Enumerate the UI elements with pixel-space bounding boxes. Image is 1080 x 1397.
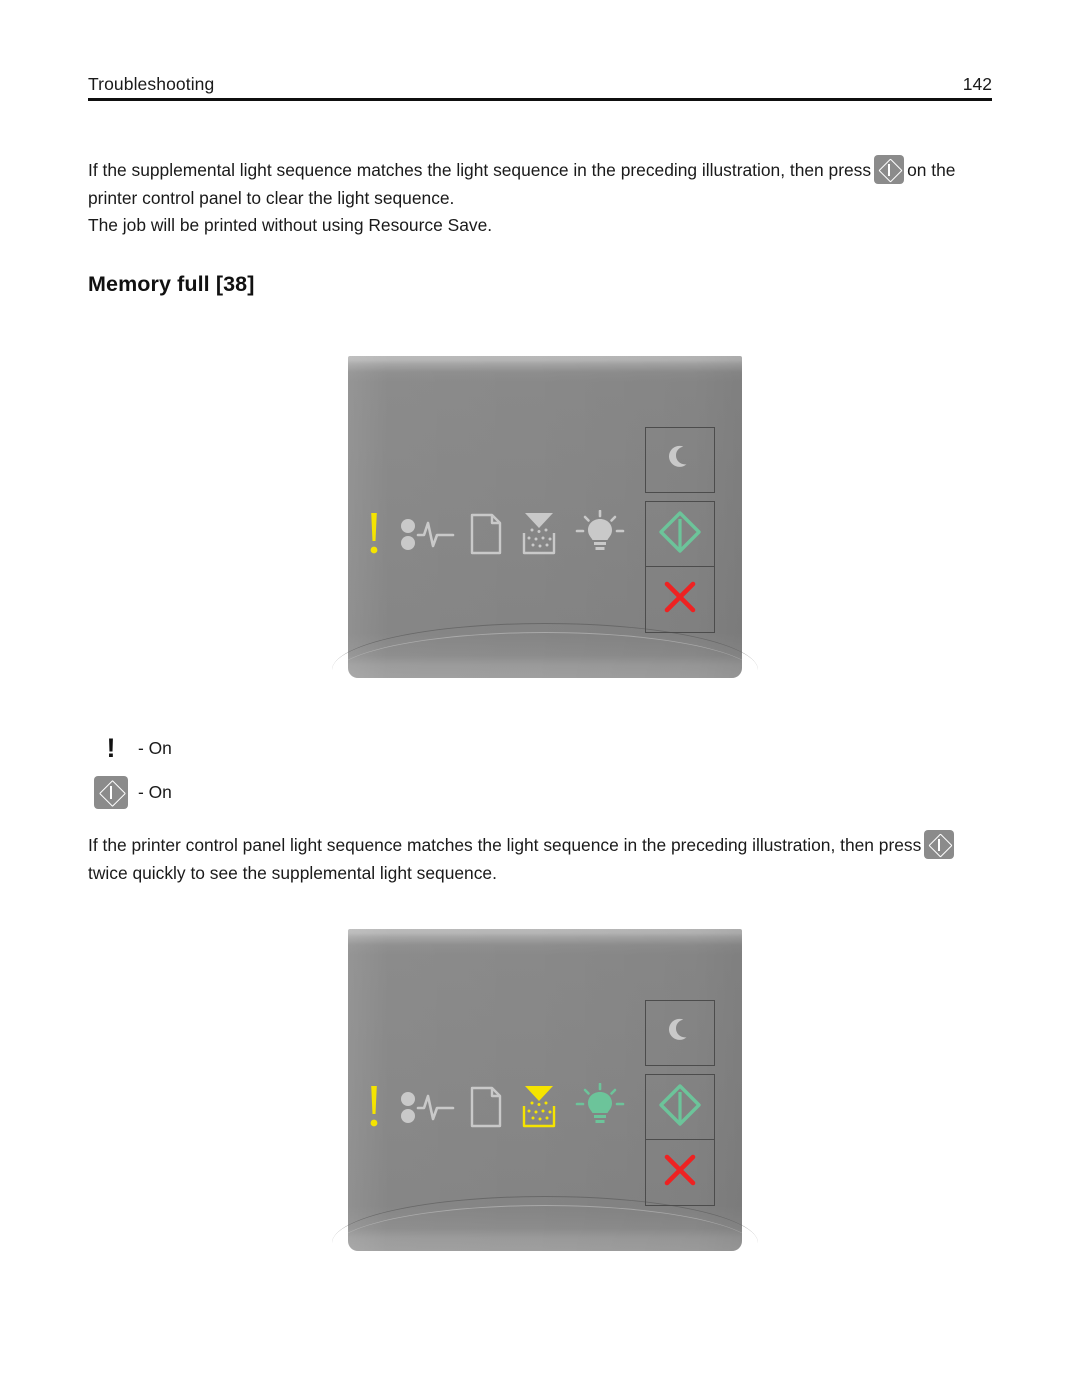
start-button[interactable] bbox=[645, 501, 715, 567]
paragraph-supplemental-sequence: If the printer control panel light seque… bbox=[88, 830, 992, 887]
attention-light-exclamation-icon bbox=[364, 1084, 384, 1135]
cancel-button[interactable] bbox=[645, 567, 715, 633]
header-page-number: 142 bbox=[962, 73, 992, 94]
legend-row-attention: ! - On bbox=[88, 726, 508, 770]
cross-icon bbox=[662, 1152, 698, 1193]
start-button-icon[interactable] bbox=[874, 155, 905, 184]
paper-icon bbox=[469, 1085, 503, 1134]
start-button-icon bbox=[88, 775, 134, 809]
toner-icon bbox=[518, 511, 560, 562]
start-button-icon[interactable] bbox=[924, 830, 955, 859]
header-section-title: Troubleshooting bbox=[88, 73, 215, 94]
sleep-button[interactable] bbox=[645, 1000, 715, 1066]
lightbulb-icon bbox=[574, 1082, 626, 1136]
cancel-button[interactable] bbox=[645, 1140, 715, 1206]
hardware-button-column bbox=[645, 427, 715, 633]
paragraph-text-after-icon: twice quickly to see the supplemental li… bbox=[88, 863, 497, 883]
exclamation-icon: ! bbox=[88, 732, 134, 763]
moon-icon bbox=[665, 443, 695, 478]
page-title: Memory full [38] bbox=[88, 272, 255, 296]
paper-jam-icon bbox=[399, 1086, 455, 1133]
printer-control-panel-illustration-main bbox=[332, 356, 758, 678]
start-diamond-shape bbox=[928, 833, 953, 858]
indicator-light-row bbox=[364, 506, 626, 566]
start-diamond-icon bbox=[658, 1083, 702, 1132]
start-button-chip bbox=[94, 775, 128, 809]
lightbulb-icon bbox=[574, 509, 626, 563]
page-header: Troubleshooting 142 bbox=[88, 62, 992, 101]
hardware-button-column bbox=[645, 1000, 715, 1206]
legend-label-attention: - On bbox=[138, 737, 172, 758]
attention-light-exclamation-icon bbox=[364, 511, 384, 562]
paper-icon bbox=[469, 512, 503, 561]
document-page: Troubleshooting 142 If the supplemental … bbox=[0, 0, 1080, 1397]
start-bar-shape bbox=[110, 785, 112, 799]
paragraph-text-before-icon: If the printer control panel light seque… bbox=[88, 835, 922, 855]
start-diamond-icon bbox=[658, 510, 702, 559]
start-bar-shape bbox=[938, 838, 941, 851]
sleep-button[interactable] bbox=[645, 427, 715, 493]
cross-icon bbox=[662, 579, 698, 620]
legend-row-start: - On bbox=[88, 770, 508, 814]
paragraph-clear-light-sequence: If the supplemental light sequence match… bbox=[88, 155, 992, 212]
start-button[interactable] bbox=[645, 1074, 715, 1140]
light-sequence-legend: ! - On - On bbox=[88, 726, 508, 814]
exclamation-glyph: ! bbox=[106, 732, 116, 763]
printer-control-panel-illustration-supplemental bbox=[332, 929, 758, 1251]
start-diamond-shape bbox=[878, 158, 903, 183]
moon-icon bbox=[665, 1016, 695, 1051]
paragraph-text-before-icon: If the supplemental light sequence match… bbox=[88, 160, 872, 180]
legend-label-start: - On bbox=[138, 781, 172, 802]
start-bar-shape bbox=[888, 163, 890, 176]
paper-jam-icon bbox=[399, 513, 455, 560]
indicator-light-row bbox=[364, 1079, 626, 1139]
paragraph-resource-save-text: The job will be printed without using Re… bbox=[88, 215, 493, 235]
start-diamond-shape bbox=[98, 779, 126, 807]
toner-icon bbox=[518, 1084, 560, 1135]
paragraph-resource-save: The job will be printed without using Re… bbox=[88, 211, 992, 239]
